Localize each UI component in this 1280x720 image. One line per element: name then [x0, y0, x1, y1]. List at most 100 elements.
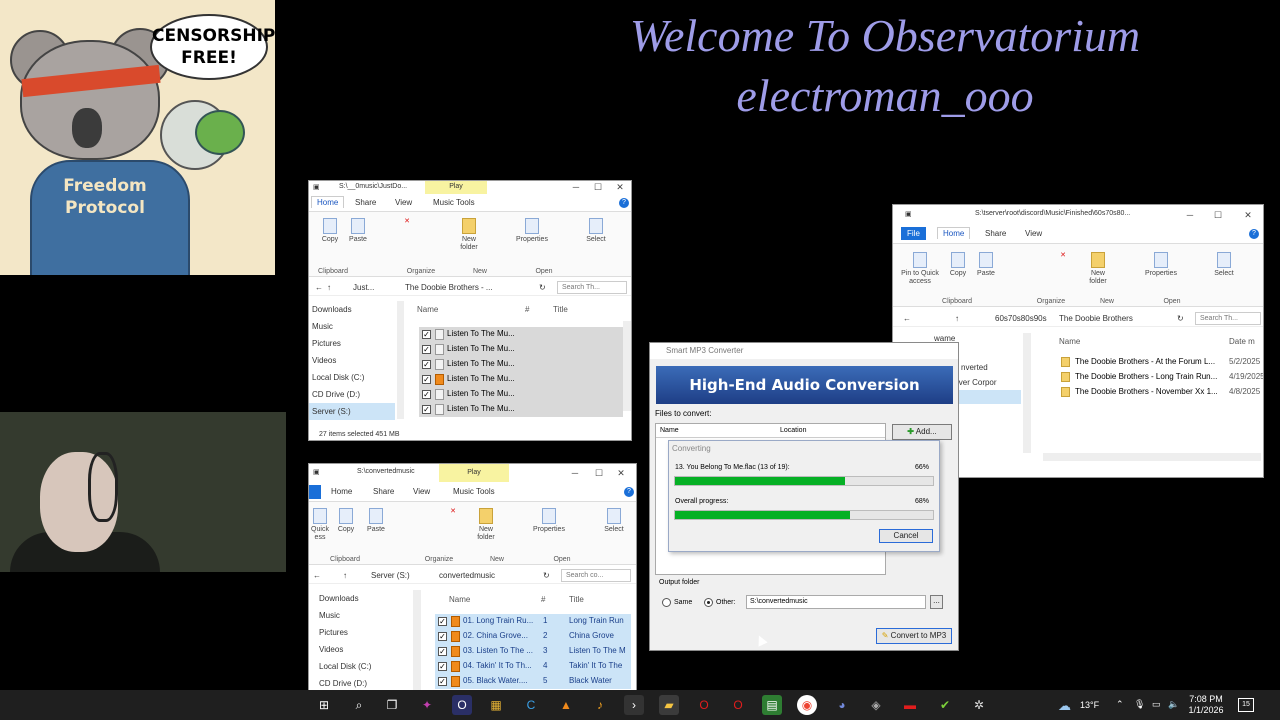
network-icon[interactable]: ▭ — [1152, 699, 1161, 710]
app-icon-c[interactable]: C — [521, 695, 541, 715]
app-icon-music[interactable]: ♪ — [590, 695, 610, 715]
up-arrow-icon[interactable]: ↑ — [343, 571, 347, 580]
weather-cloud-icon[interactable]: ☁ — [1058, 698, 1071, 714]
paste-button[interactable]: Paste — [973, 252, 999, 278]
table-row[interactable]: ✓ Listen To The Mu... — [419, 402, 623, 417]
close-icon[interactable]: ✕ — [1237, 209, 1259, 222]
other-radio[interactable] — [704, 598, 713, 607]
nav-item-downloads[interactable]: Downloads — [313, 590, 413, 607]
path-segment-1[interactable]: Server (S:) — [371, 571, 410, 580]
file-explorer-icon[interactable]: ▰ — [659, 695, 679, 715]
explorer-window-convertedmusic[interactable]: ▣ S:\convertedmusic Play ─ ☐ ✕ Home Shar… — [308, 463, 637, 691]
pin-quick-access-button[interactable]: Pin to Quick access — [897, 252, 943, 286]
window-titlebar[interactable]: ▣ S:\convertedmusic Play ─ ☐ ✕ — [309, 464, 636, 482]
address-bar[interactable]: ← ↑ Server (S:) convertedmusic ↻ Search … — [309, 568, 636, 584]
properties-button[interactable]: Properties — [527, 508, 571, 534]
help-icon[interactable]: ? — [624, 487, 634, 497]
search-icon[interactable]: ⌕ — [349, 695, 369, 715]
vlc-icon[interactable]: ▲ — [556, 695, 576, 715]
help-icon[interactable]: ? — [1249, 229, 1259, 239]
new-folder-button[interactable]: New folder — [1085, 252, 1111, 286]
properties-button[interactable]: Properties — [511, 218, 553, 244]
column-header-title[interactable]: Title — [553, 305, 568, 314]
copy-button[interactable]: Copy — [945, 252, 971, 278]
terminal-icon[interactable]: › — [624, 695, 644, 715]
refresh-icon[interactable]: ↻ — [543, 571, 550, 580]
tab-file[interactable]: File — [901, 227, 926, 240]
start-windows-icon[interactable]: ⊞ — [314, 695, 334, 715]
row-checkbox[interactable]: ✓ — [438, 617, 447, 626]
path-segment-1[interactable]: 60s70s80s90s — [995, 314, 1047, 323]
tab-home[interactable]: Home — [331, 487, 352, 496]
maximize-icon[interactable]: ☐ — [587, 181, 609, 194]
row-checkbox[interactable]: ✓ — [422, 375, 431, 384]
nav-item-music[interactable]: Music — [313, 607, 413, 624]
row-checkbox[interactable]: ✓ — [438, 662, 447, 671]
row-checkbox[interactable]: ✓ — [422, 330, 431, 339]
row-checkbox[interactable]: ✓ — [422, 390, 431, 399]
column-header-title[interactable]: Title — [569, 595, 584, 604]
column-header-number[interactable]: # — [525, 305, 529, 314]
column-header-date[interactable]: Date m — [1229, 337, 1255, 346]
column-header-name[interactable]: Name — [660, 427, 679, 434]
up-arrow-icon[interactable]: ↑ — [327, 283, 331, 292]
row-checkbox[interactable]: ✓ — [422, 360, 431, 369]
table-row[interactable]: ✓ Listen To The Mu... — [419, 387, 623, 402]
nav-item-pictures[interactable]: Pictures — [309, 335, 395, 352]
store-icon[interactable]: ▦ — [486, 695, 506, 715]
app-icon-lime[interactable]: ✔ — [935, 695, 955, 715]
nav-item-cd-drive[interactable]: CD Drive (D:) — [313, 675, 413, 690]
delete-icon[interactable]: ✕ — [443, 508, 463, 516]
app-icon-o[interactable]: O — [452, 695, 472, 715]
back-arrow-icon[interactable]: ← — [315, 283, 323, 292]
tab-share[interactable]: Share — [373, 487, 394, 496]
new-folder-button[interactable]: New folder — [473, 508, 499, 542]
minimize-icon[interactable]: ─ — [1179, 209, 1201, 222]
horizontal-scrollbar[interactable] — [1043, 453, 1261, 461]
table-row[interactable]: ✓ Listen To The Mu... — [419, 327, 623, 342]
row-checkbox[interactable]: ✓ — [438, 677, 447, 686]
table-row[interactable]: ✓ 01. Long Train Ru... 1 Long Train Run — [435, 614, 631, 629]
tab-home[interactable]: Home — [937, 227, 971, 239]
nav-item-pictures[interactable]: Pictures — [313, 624, 413, 641]
refresh-icon[interactable]: ↻ — [1177, 314, 1184, 323]
table-row[interactable]: The Doobie Brothers - November Xx 1... 4/… — [1059, 385, 1263, 400]
window-titlebar[interactable]: ▣ S:\tserver\root\discord\Music\Finished… — [893, 205, 1263, 225]
row-checkbox[interactable]: ✓ — [438, 647, 447, 656]
microphone-icon[interactable]: 🎙 — [1134, 699, 1145, 710]
weather-temp[interactable]: 13°F — [1080, 700, 1099, 710]
explorer-window-justdo[interactable]: ▣ S:\__0music\JustDo... Play ─ ☐ ✕ Home … — [308, 180, 632, 441]
tray-chevron-icon[interactable]: ⌃ — [1116, 699, 1124, 710]
converting-dialog[interactable]: Converting 13. You Belong To Me.flac (13… — [668, 440, 940, 552]
address-bar[interactable]: ← ↑ 60s70s80s90s The Doobie Brothers ↻ S… — [893, 311, 1263, 327]
close-icon[interactable]: ✕ — [610, 467, 632, 480]
file-tab[interactable] — [309, 485, 321, 499]
path-segment-2[interactable]: The Doobie Brothers — [1059, 314, 1133, 323]
column-header-name[interactable]: Name — [1059, 337, 1080, 346]
paste-button[interactable]: Paste — [345, 218, 371, 244]
table-row[interactable]: ✓ 05. Black Water.... 5 Black Water — [435, 674, 631, 689]
tab-music-tools[interactable]: Music Tools — [453, 487, 495, 496]
window-titlebar[interactable]: ▣ S:\__0music\JustDo... Play ─ ☐ ✕ — [309, 181, 631, 194]
minimize-icon[interactable]: ─ — [565, 181, 587, 194]
volume-icon[interactable]: 🔈 — [1168, 699, 1179, 710]
minimize-icon[interactable]: ─ — [564, 467, 586, 480]
add-button[interactable]: ✚ Add... — [892, 424, 952, 440]
search-input[interactable]: Search Th... — [557, 281, 627, 294]
maximize-icon[interactable]: ☐ — [588, 467, 610, 480]
refresh-icon[interactable]: ↻ — [539, 283, 546, 292]
tab-share[interactable]: Share — [355, 198, 376, 207]
column-header-name[interactable]: Name — [449, 595, 470, 604]
app-icon-gray[interactable]: ◈ — [866, 695, 886, 715]
paste-button[interactable]: Paste — [363, 508, 389, 534]
task-view-icon[interactable]: ❐ — [382, 695, 402, 715]
nav-item-server[interactable]: Server (S:) — [309, 403, 395, 420]
nav-item-cd-drive[interactable]: CD Drive (D:) — [309, 386, 395, 403]
nav-item-downloads[interactable]: Downloads — [309, 301, 395, 318]
search-input[interactable]: Search co... — [561, 569, 631, 582]
tab-view[interactable]: View — [413, 487, 430, 496]
select-button[interactable]: Select — [581, 218, 611, 244]
nav-scrollbar[interactable] — [413, 590, 421, 690]
nav-item-videos[interactable]: Videos — [309, 352, 395, 369]
back-arrow-icon[interactable]: ← — [903, 314, 911, 323]
